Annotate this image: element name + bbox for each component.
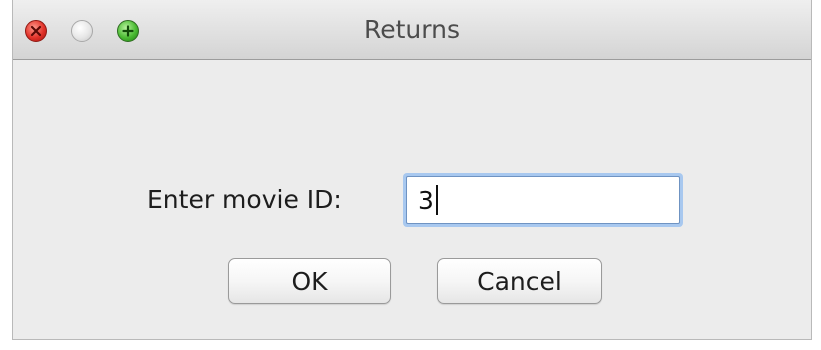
zoom-button[interactable] [117,20,139,42]
dialog-window: Returns Enter movie ID: 3 OK Cancel [12,0,812,340]
movie-id-focus-ring: 3 [403,173,683,227]
title-bar[interactable]: Returns [13,0,811,60]
minimize-button[interactable] [71,20,93,42]
movie-id-input[interactable]: 3 [406,176,680,224]
movie-id-label: Enter movie ID: [147,185,342,214]
close-x-icon [30,25,42,37]
cancel-button[interactable]: Cancel [437,258,602,304]
plus-icon [122,25,134,37]
close-button[interactable] [25,20,47,42]
dialog-content: Enter movie ID: 3 OK Cancel [13,61,811,339]
movie-id-value: 3 [418,185,434,215]
ok-button[interactable]: OK [228,258,391,304]
text-caret [435,185,438,215]
